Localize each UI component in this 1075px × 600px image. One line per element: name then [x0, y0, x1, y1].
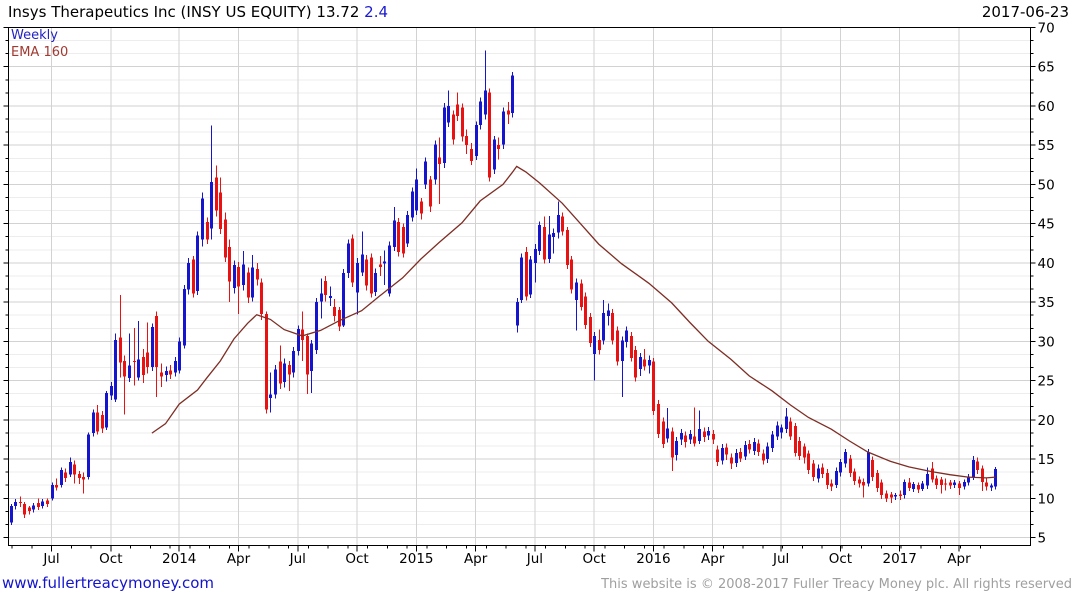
- svg-text:Apr: Apr: [947, 551, 971, 567]
- svg-text:Apr: Apr: [701, 551, 725, 567]
- svg-text:20: 20: [1038, 413, 1055, 429]
- price-chart: 5 10 15 20 25 30 35 40 45 50 55 60 65 70 Jul Oct 2014 Apr…: [3, 21, 1055, 567]
- timeframe-label: Weekly: [11, 28, 58, 43]
- ema-line: [151, 165, 996, 479]
- svg-text:Apr: Apr: [227, 551, 251, 567]
- svg-text:Oct: Oct: [583, 551, 606, 567]
- svg-text:40: 40: [1038, 256, 1055, 272]
- svg-text:Apr: Apr: [464, 551, 488, 567]
- svg-text:2016: 2016: [636, 551, 670, 567]
- ema-legend-label: EMA 160: [11, 45, 69, 60]
- chart-legend: Weekly EMA 160: [11, 28, 68, 61]
- svg-text:60: 60: [1038, 99, 1055, 115]
- svg-text:15: 15: [1038, 452, 1055, 468]
- svg-text:2015: 2015: [399, 551, 433, 567]
- svg-text:10: 10: [1038, 491, 1055, 507]
- svg-text:55: 55: [1038, 138, 1055, 154]
- svg-text:2017: 2017: [883, 551, 917, 567]
- svg-text:65: 65: [1038, 60, 1055, 76]
- svg-text:Oct: Oct: [99, 551, 122, 567]
- svg-text:45: 45: [1038, 217, 1055, 233]
- svg-text:Jul: Jul: [772, 551, 789, 567]
- svg-text:Jul: Jul: [289, 551, 306, 567]
- svg-text:Oct: Oct: [829, 551, 852, 567]
- svg-text:25: 25: [1038, 374, 1055, 390]
- svg-text:50: 50: [1038, 177, 1055, 193]
- svg-text:2014: 2014: [162, 551, 196, 567]
- svg-text:Jul: Jul: [526, 551, 543, 567]
- page-root: Insys Therapeutics Inc (INSY US EQUITY) …: [0, 0, 1075, 600]
- copyright-text: This website is © 2008-2017 Fuller Treac…: [601, 577, 1072, 592]
- svg-text:Oct: Oct: [345, 551, 368, 567]
- svg-text:5: 5: [1038, 531, 1047, 547]
- website-link[interactable]: www.fullertreacymoney.com: [2, 574, 214, 592]
- svg-text:35: 35: [1038, 295, 1055, 311]
- svg-text:Jul: Jul: [42, 551, 59, 567]
- svg-text:70: 70: [1038, 21, 1055, 37]
- svg-text:30: 30: [1038, 334, 1055, 350]
